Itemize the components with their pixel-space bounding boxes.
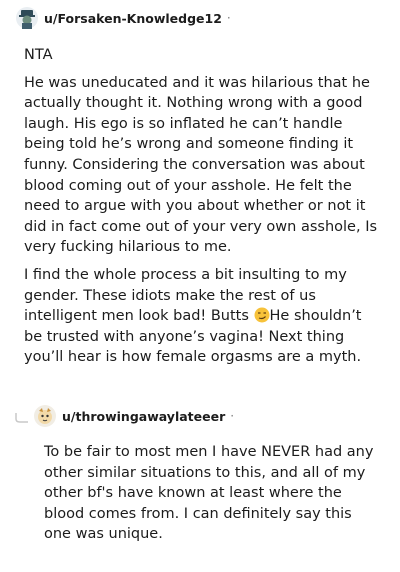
comment-1-header: u/Forsaken-Knowledge12 · [16, 4, 231, 32]
comment-paragraph: NTA [24, 47, 53, 63]
avatar[interactable] [34, 405, 56, 427]
avatar[interactable] [16, 7, 38, 29]
separator-dot: · [226, 11, 231, 25]
comment-paragraph: He was uneducated and it was hilarious t… [24, 74, 378, 256]
comment-body: NTA He was uneducated and it was hilario… [24, 45, 378, 375]
smirking-face-emoji [254, 307, 270, 323]
username[interactable]: u/throwingawaylateeer [62, 409, 225, 424]
comment-2-header: u/throwingawaylateeer · [14, 402, 234, 430]
username[interactable]: u/Forsaken-Knowledge12 [44, 11, 222, 26]
comment-paragraph: To be fair to most men I have NEVER had … [44, 444, 374, 543]
comment-paragraph: I find the whole process a bit insulting… [24, 265, 378, 368]
reply-thread-icon [14, 410, 30, 423]
separator-dot: · [230, 409, 235, 423]
comment-body: To be fair to most men I have NEVER had … [44, 442, 374, 552]
